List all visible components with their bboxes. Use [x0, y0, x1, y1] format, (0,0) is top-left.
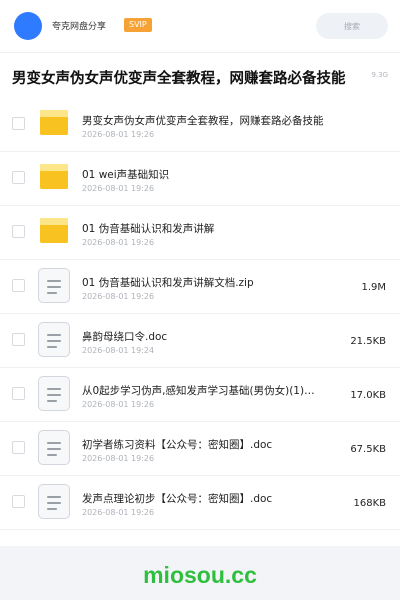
file-size: 21.5KB [350, 336, 386, 347]
file-date: 2026-08-01 19:26 [82, 238, 155, 247]
checkbox[interactable] [12, 225, 25, 238]
file-date: 2026-08-01 19:26 [82, 130, 155, 139]
watermark: miosou.cc [143, 562, 257, 588]
file-size: 67.5KB [350, 444, 386, 455]
page-title: 男变女声伪女声优变声全套教程，网赚套路必备技能 [12, 71, 346, 87]
svip-badge: SVIP [124, 18, 152, 32]
checkbox[interactable] [12, 333, 25, 346]
list-item[interactable]: 鼻韵母绕口令.doc 2026-08-01 19:24 21.5KB [0, 314, 400, 368]
search-input[interactable] [316, 13, 388, 39]
checkbox[interactable] [12, 279, 25, 292]
checkbox[interactable] [12, 495, 25, 508]
list-item[interactable]: 01 wei声基础知识 2026-08-01 19:26 [0, 152, 400, 206]
file-list: 男变女声伪女声优变声全套教程，网赚套路必备技能 2026-08-01 19:26… [0, 98, 400, 546]
file-name: 发声点理论初步【公众号：密知圈】.doc [82, 493, 273, 505]
file-name: 从0起步学习伪声,感知发声学习基础(男伪女)(1)… [82, 385, 315, 397]
file-date: 2026-08-01 19:26 [82, 508, 155, 517]
file-date: 2026-08-01 19:26 [82, 184, 155, 193]
checkbox[interactable] [12, 387, 25, 400]
list-item[interactable]: 01 伪音基础认识和发声讲解 2026-08-01 19:26 [0, 206, 400, 260]
document-icon [38, 376, 70, 411]
file-size: 17.0KB [350, 390, 386, 401]
list-item[interactable]: 发声点理论初步【公众号：密知圈】.doc 2026-08-01 19:26 16… [0, 476, 400, 530]
document-icon [38, 322, 70, 357]
file-date: 2026-08-01 19:26 [82, 454, 155, 463]
list-item[interactable]: 男变女声伪女声优变声全套教程，网赚套路必备技能 2026-08-01 19:26 [0, 98, 400, 152]
file-name: 01 wei声基础知识 [82, 169, 170, 181]
folder-icon [40, 218, 68, 243]
checkbox[interactable] [12, 441, 25, 454]
file-name: 01 伪音基础认识和发声讲解 [82, 223, 215, 235]
folder-title-bar: 男变女声伪女声优变声全套教程，网赚套路必备技能 9.3G [0, 52, 400, 98]
file-date: 2026-08-01 19:24 [82, 346, 155, 355]
app-header: 夸克网盘分享 SVIP [0, 0, 400, 52]
checkbox[interactable] [12, 117, 25, 130]
folder-icon [40, 164, 68, 189]
file-date: 2026-08-01 19:26 [82, 292, 155, 301]
folder-icon [40, 110, 68, 135]
file-size: 1.9M [361, 282, 386, 293]
list-item[interactable]: 从0起步学习伪声,感知发声学习基础(男伪女)(1)… 2026-08-01 19… [0, 368, 400, 422]
app-name: 夸克网盘分享 [52, 22, 107, 32]
avatar[interactable] [14, 12, 42, 40]
checkbox[interactable] [12, 171, 25, 184]
file-name: 鼻韵母绕口令.doc [82, 331, 168, 343]
list-item[interactable]: 01 伪音基础认识和发声讲解文档.zip 2026-08-01 19:26 1.… [0, 260, 400, 314]
file-name: 男变女声伪女声优变声全套教程，网赚套路必备技能 [82, 115, 324, 127]
document-icon [38, 430, 70, 465]
document-icon [38, 484, 70, 519]
file-name: 01 伪音基础认识和发声讲解文档.zip [82, 277, 254, 289]
total-size: 9.3G [371, 71, 388, 79]
file-date: 2026-08-01 19:26 [82, 400, 155, 409]
file-name: 初学者练习资料【公众号：密知圈】.doc [82, 439, 273, 451]
document-icon [38, 268, 70, 303]
file-size: 168KB [353, 498, 386, 509]
list-item[interactable]: 初学者练习资料【公众号：密知圈】.doc 2026-08-01 19:26 67… [0, 422, 400, 476]
